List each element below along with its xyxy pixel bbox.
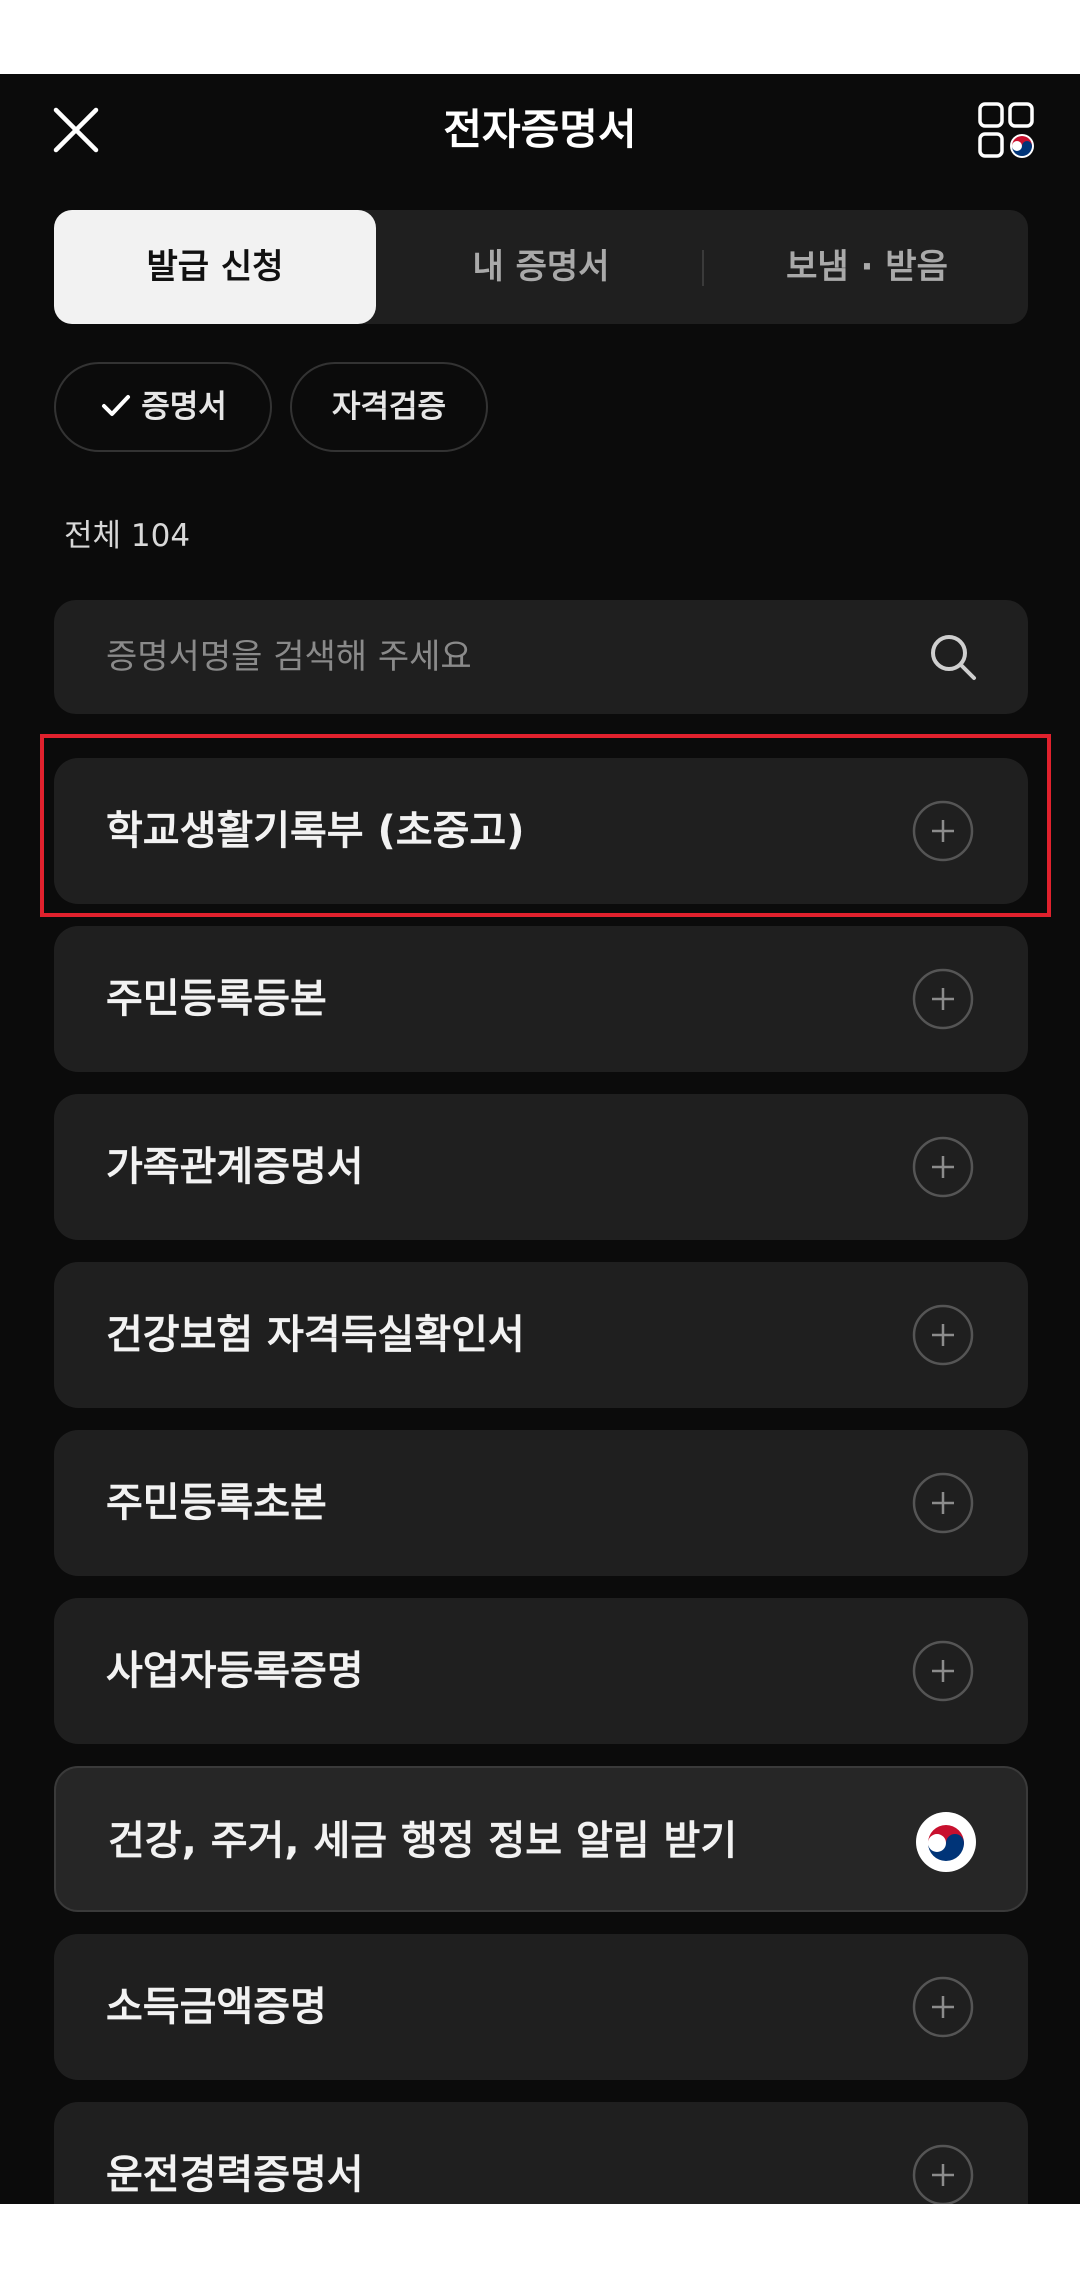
list-item[interactable]: 학교생활기록부 (초중고)	[54, 758, 1028, 904]
item-label: 건강보험 자격득실확인서	[106, 1312, 525, 1358]
list-item[interactable]: 가족관계증명서	[54, 1094, 1028, 1240]
search-icon[interactable]	[926, 630, 980, 684]
item-label: 사업자등록증명	[106, 1648, 364, 1694]
item-label: 소득금액증명	[106, 1984, 327, 2030]
list-item[interactable]: 운전경력증명서	[54, 2102, 1028, 2204]
item-label: 주민등록등본	[106, 976, 327, 1022]
filter-chip-certificate[interactable]: 증명서	[54, 362, 272, 452]
list-item[interactable]: 소득금액증명	[54, 1934, 1028, 2080]
list-item[interactable]: 주민등록초본	[54, 1430, 1028, 1576]
item-label: 학교생활기록부 (초중고)	[106, 808, 525, 854]
plus-icon[interactable]	[912, 968, 974, 1030]
notification-promo-item[interactable]: 건강, 주거, 세금 행정 정보 알림 받기	[54, 1766, 1028, 1912]
filter-chip-qualification[interactable]: 자격검증	[290, 362, 488, 452]
plus-icon[interactable]	[912, 2144, 974, 2204]
plus-icon[interactable]	[912, 1976, 974, 2038]
header: 전자증명서	[0, 74, 1080, 188]
item-label: 운전경력증명서	[106, 2152, 364, 2198]
apps-button[interactable]	[976, 100, 1038, 162]
plus-icon[interactable]	[912, 1136, 974, 1198]
tab-issue-request[interactable]: 발급 신청	[54, 210, 376, 324]
page-title: 전자증명서	[443, 105, 637, 154]
app-screen: 전자증명서 발급 신청 내 증명서 보냄 · 받음 증명서 자격검증 전체 10…	[0, 74, 1080, 2204]
filter-chip-label: 자격검증	[331, 389, 447, 425]
filter-chip-label: 증명서	[141, 389, 227, 425]
plus-icon[interactable]	[912, 1640, 974, 1702]
item-label: 건강, 주거, 세금 행정 정보 알림 받기	[108, 1818, 738, 1864]
tab-divider	[702, 250, 704, 286]
list-item[interactable]: 주민등록등본	[54, 926, 1028, 1072]
tab-bar: 발급 신청 내 증명서 보냄 · 받음	[54, 210, 1028, 324]
plus-icon[interactable]	[912, 1472, 974, 1534]
tab-my-certificates[interactable]: 내 증명서	[380, 210, 702, 324]
list-item[interactable]: 사업자등록증명	[54, 1598, 1028, 1744]
plus-icon[interactable]	[912, 1304, 974, 1366]
search-field[interactable]: 증명서명을 검색해 주세요	[54, 600, 1028, 714]
korea-emblem-icon	[916, 1812, 976, 1872]
tab-sent-received[interactable]: 보냄 · 받음	[706, 210, 1028, 324]
list-item[interactable]: 건강보험 자격득실확인서	[54, 1262, 1028, 1408]
apps-grid-icon	[978, 102, 1034, 158]
item-label: 가족관계증명서	[106, 1144, 364, 1190]
item-label: 주민등록초본	[106, 1480, 327, 1526]
plus-icon[interactable]	[912, 800, 974, 862]
search-placeholder: 증명서명을 검색해 주세요	[106, 637, 472, 677]
total-count: 전체 104	[64, 518, 191, 554]
check-icon	[102, 394, 131, 416]
